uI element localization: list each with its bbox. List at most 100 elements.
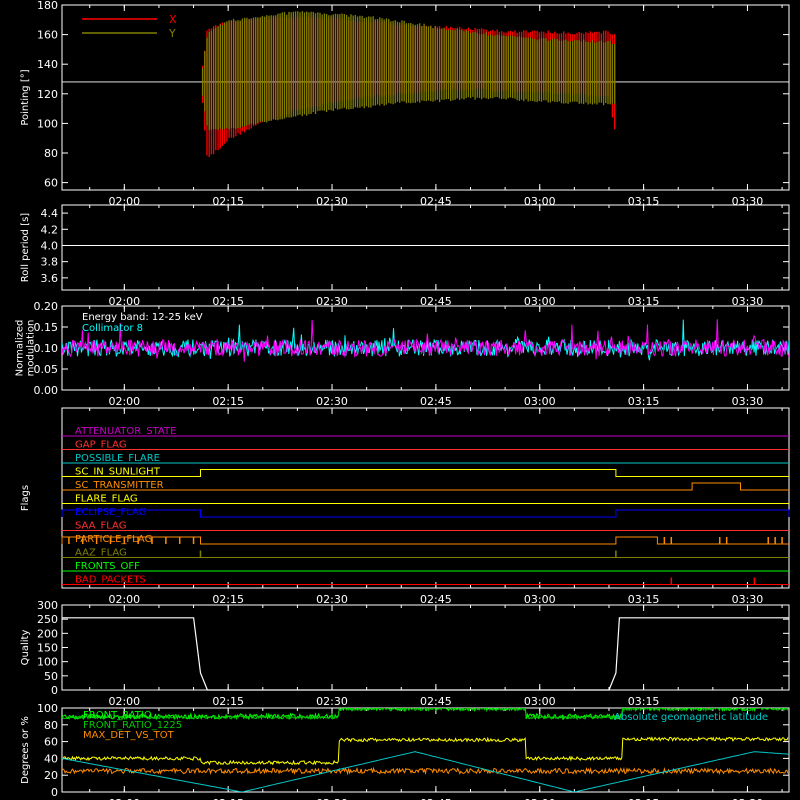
x-tick-label: 02:00 [108, 395, 140, 408]
flag-row: AAZ_FLAG [62, 548, 789, 559]
series-y-band [201, 11, 616, 131]
y-tick-label: 80 [44, 147, 58, 160]
pointing-panel: 02:00 02:15 02:30 02:45 03:00 03:15 03:3060801… [20, 0, 790, 208]
y-tick-label: 160 [37, 29, 58, 42]
flag-label: ECLIPSE_FLAG [75, 507, 146, 518]
flag-label: SC_IN_SUNLIGHT [75, 467, 161, 478]
y-tick-label: 150 [37, 642, 58, 655]
flag-label: ATTENUATOR_STATE [75, 426, 176, 437]
y-tick-label: 200 [37, 627, 58, 640]
flag-row: FRONTS_OFF [62, 561, 789, 572]
flag-label: BAD_PACKETS [75, 575, 146, 586]
y-tick-label: 4.4 [41, 207, 59, 220]
flag-row: SC_TRANSMITTER [62, 480, 789, 491]
flag-trace [61, 509, 790, 518]
y-tick-label: 60 [44, 736, 58, 749]
y-axis-label: Degrees or % [20, 716, 31, 784]
x-tick-label: 02:30 [316, 593, 348, 606]
telemetry-figure: 02:00 02:15 02:30 02:45 03:00 03:15 03:30 60 80 1… [15, 0, 790, 800]
x-tick-label: 02:30 [316, 695, 348, 708]
x-tick-label: 02:45 [420, 593, 452, 606]
flag-row: BAD_PACKETS [62, 575, 789, 586]
x-tick-label: 03:15 [628, 395, 660, 408]
flag-label: SAA_FLAG [75, 521, 126, 532]
y-tick-label: 0.15 [34, 321, 59, 334]
y-tick-label: 0.10 [34, 342, 59, 355]
y-tick-label: 140 [37, 58, 58, 71]
x-tick-label: 02:15 [212, 593, 244, 606]
x-tick-label: 03:00 [524, 593, 556, 606]
quality-line [62, 617, 789, 691]
ratio-series-2 [62, 766, 789, 776]
y-tick-label: 60 [44, 177, 58, 190]
modulation-series-0 [62, 319, 789, 361]
x-tick-label: 02:30 [316, 395, 348, 408]
modulation-annotation: Energy band: 12-25 keV [82, 312, 203, 323]
y-tick-label: 120 [37, 88, 58, 101]
y-tick-label: 180 [37, 0, 58, 12]
flags-panel: 02:00 02:15 02:30 02:45 03:00 03:15 03:30 Flags… [20, 407, 790, 606]
flag-row: POSSIBLE_FLARE [62, 453, 789, 464]
flag-label: GAP_FLAG [75, 440, 127, 451]
y-tick-label: 4.0 [41, 239, 59, 252]
y-tick-label: 250 [37, 613, 58, 626]
flag-trace [62, 469, 789, 477]
flag-label: POSSIBLE_FLARE [75, 453, 160, 464]
x-tick-label: 03:30 [732, 593, 764, 606]
flag-label: FRONTS_OFF [75, 561, 140, 572]
x-tick-label: 02:45 [420, 395, 452, 408]
flag-trace [62, 482, 789, 491]
y-tick-label: 0.00 [34, 384, 59, 397]
x-tick-label: 02:00 [108, 695, 140, 708]
legend-label: X [169, 13, 177, 26]
x-tick-label: 02:00 [108, 593, 140, 606]
modulation-panel: 02:00 02:15 02:30 02:45 03:00 03:15 03:30 0.00 0… [15, 300, 790, 408]
y-tick-label: 0.20 [34, 300, 59, 313]
y-axis-label: Quality [20, 630, 31, 666]
quality-panel: 02:00 02:15 02:30 02:45 03:00 03:15 03:30 05010… [20, 599, 790, 708]
x-tick-label: 02:15 [212, 395, 244, 408]
x-tick-label: 03:30 [732, 395, 764, 408]
flag-row: GAP_FLAG [62, 440, 789, 451]
flag-row: SC_IN_SUNLIGHT [62, 467, 789, 478]
plot-frame [61, 204, 790, 291]
y-tick-label: 3.8 [41, 256, 59, 269]
ratios-panel: 02:0002:1502:3002:4503:0003:1503:3002040… [20, 702, 790, 800]
stacked-plots: 02:00 02:15 02:30 02:45 03:00 03:15 03:30 60 80 1… [15, 0, 790, 800]
ratio-series-3 [62, 736, 789, 766]
y-axis-label: modulation [26, 320, 37, 377]
flag-label: AAZ_FLAG [75, 548, 127, 559]
modulation-series-1 [62, 319, 789, 362]
y-axis-label: Pointing [°] [20, 69, 31, 125]
y-tick-label: 0 [51, 684, 58, 697]
legend-label: MAX_DET_VS_TOT [83, 730, 175, 741]
flag-label: PARTICLE_FLAG [75, 534, 152, 545]
y-tick-label: 4.2 [41, 223, 59, 236]
flag-label: FLARE_FLAG [75, 494, 138, 505]
y-tick-label: 100 [37, 702, 58, 715]
x-tick-label: 03:15 [628, 593, 660, 606]
roll-period-panel: 02:00 02:15 02:30 02:45 03:00 03:15 03:303.63.… [20, 204, 790, 308]
y-axis-label: Roll period [s] [20, 213, 31, 282]
flag-trace [61, 536, 789, 545]
flag-row: ATTENUATOR_STATE [62, 426, 789, 437]
x-tick-label: 03:30 [732, 695, 764, 708]
y-tick-label: 40 [44, 752, 58, 765]
y-tick-label: 100 [37, 117, 58, 130]
modulation-annotation: Collimator 8 [82, 323, 143, 334]
y-tick-label: 300 [37, 599, 58, 612]
y-axis-label: Flags [20, 485, 31, 511]
y-tick-label: 50 [44, 670, 58, 683]
y-tick-label: 80 [44, 719, 58, 732]
flag-row: ECLIPSE_FLAG [61, 507, 790, 518]
y-axis-label: Normalized [15, 320, 26, 377]
x-tick-label: 03:00 [524, 395, 556, 408]
y-tick-label: 0 [51, 786, 58, 799]
flag-row: PARTICLE_FLAG [61, 534, 789, 545]
x-tick-label: 02:15 [212, 695, 244, 708]
flag-label: SC_TRANSMITTER [75, 480, 164, 491]
y-tick-label: 3.6 [41, 272, 59, 285]
y-tick-label: 20 [44, 769, 58, 782]
legend-label: Y [168, 27, 176, 40]
x-tick-label: 03:15 [628, 695, 660, 708]
